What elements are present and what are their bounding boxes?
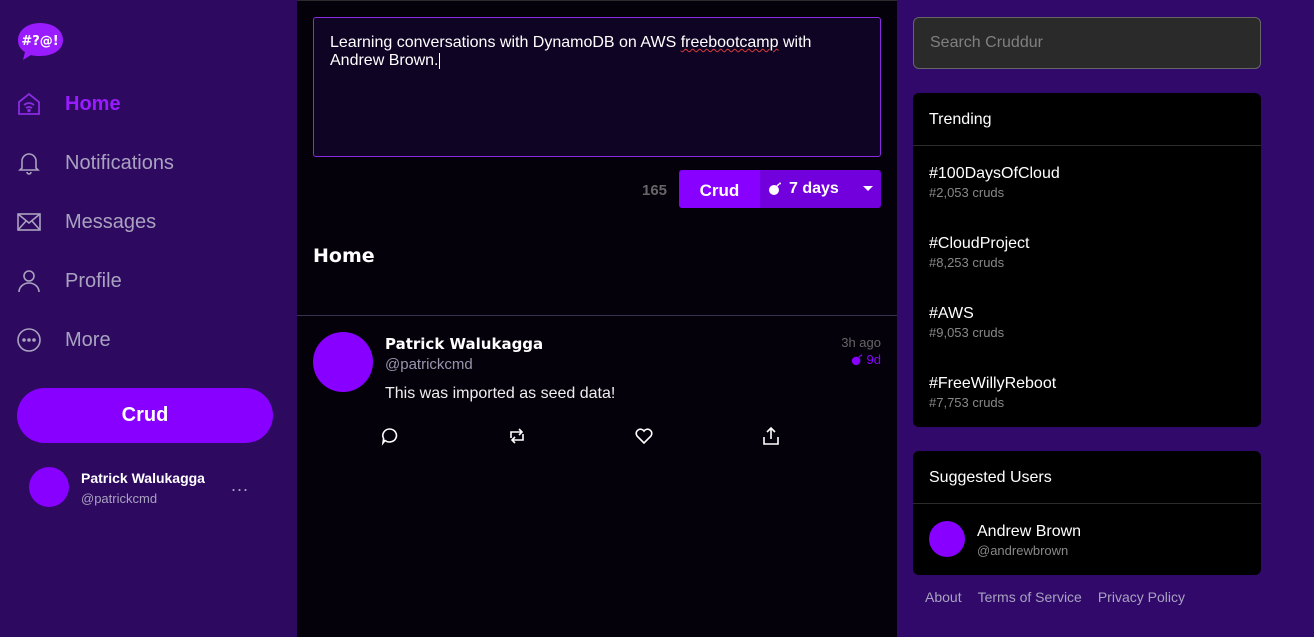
trending-tag: #100DaysOfCloud — [929, 165, 1060, 182]
activity-time: 3h ago — [841, 335, 881, 350]
expiry-label: 7 days — [789, 180, 839, 197]
bomb-icon — [769, 182, 781, 195]
right-sidebar: Trending #100DaysOfCloud #2,053 cruds #C… — [897, 0, 1314, 637]
profile-card[interactable]: Patrick Walukagga @patrickcmd ... — [29, 465, 269, 509]
trending-item[interactable]: #AWS #9,053 cruds — [929, 305, 1004, 340]
nav-item-home[interactable]: Home — [16, 84, 121, 124]
reply-icon[interactable] — [380, 426, 400, 446]
suggested-user-handle: @andrewbrown — [977, 543, 1069, 558]
repost-icon[interactable] — [507, 426, 527, 446]
trending-item[interactable]: #CloudProject #8,253 cruds — [929, 235, 1030, 270]
sidebar: #?@! Home Notifications Messages Profile… — [0, 0, 297, 637]
activity-expiry-label: 9d — [866, 352, 881, 367]
trending-count: #9,053 cruds — [929, 325, 1005, 340]
trending-section: Trending #100DaysOfCloud #2,053 cruds #C… — [913, 93, 1261, 427]
user-icon — [16, 268, 42, 294]
submit-crud-button[interactable]: Crud — [679, 170, 760, 208]
suggested-users-title: Suggested Users — [913, 451, 1261, 504]
avatar — [929, 521, 965, 557]
nav-label-profile: Profile — [65, 269, 122, 292]
profile-menu-dots-icon[interactable]: ... — [231, 475, 249, 496]
trending-count: #7,753 cruds — [929, 395, 1005, 410]
trending-tag: #AWS — [929, 305, 974, 322]
suggested-user[interactable]: Andrew Brown @andrewbrown — [929, 520, 1249, 560]
avatar[interactable] — [313, 332, 373, 392]
activity-item[interactable]: Patrick Walukagga @patrickcmd 3h ago 9d … — [297, 316, 897, 466]
activity-display-name[interactable]: Patrick Walukagga — [385, 335, 543, 353]
envelope-icon — [16, 209, 42, 235]
activity-expiry: 9d — [851, 352, 881, 367]
trending-title: Trending — [913, 93, 1261, 146]
suggested-users-section: Suggested Users Andrew Brown @andrewbrow… — [913, 451, 1261, 575]
nav-label-notifications: Notifications — [65, 151, 174, 174]
expiry-dropdown[interactable]: 7 days — [760, 170, 881, 208]
nav-item-messages[interactable]: Messages — [16, 202, 156, 242]
nav-item-profile[interactable]: Profile — [16, 261, 122, 301]
share-icon[interactable] — [761, 426, 781, 446]
heart-icon[interactable] — [634, 426, 654, 446]
char-count: 165 — [642, 182, 668, 199]
trending-tag: #CloudProject — [929, 235, 1030, 252]
main-feed: Learning conversations with DynamoDB on … — [297, 0, 897, 637]
composer-text-before: Learning conversations with DynamoDB on … — [330, 34, 681, 51]
trending-item[interactable]: #FreeWillyReboot #7,753 cruds — [929, 375, 1056, 410]
trending-item[interactable]: #100DaysOfCloud #2,053 cruds — [929, 165, 1060, 200]
page-title: Home — [313, 245, 375, 267]
profile-handle: @patrickcmd — [81, 491, 158, 506]
search-input[interactable] — [913, 17, 1261, 69]
footer-link-privacy[interactable]: Privacy Policy — [1098, 589, 1185, 605]
nav-item-notifications[interactable]: Notifications — [16, 143, 174, 183]
bell-icon — [16, 150, 42, 176]
nav-label-home: Home — [65, 92, 121, 115]
crud-composer-textarea[interactable]: Learning conversations with DynamoDB on … — [313, 17, 881, 157]
trending-count: #2,053 cruds — [929, 185, 1005, 200]
nav-label-more: More — [65, 328, 111, 351]
footer-link-terms[interactable]: Terms of Service — [978, 589, 1082, 605]
logo-text: #?@! — [21, 34, 58, 49]
profile-name: Patrick Walukagga — [81, 470, 205, 486]
bomb-icon — [851, 353, 862, 365]
footer-links: About Terms of Service Privacy Policy — [925, 589, 1201, 605]
suggested-user-name: Andrew Brown — [977, 523, 1082, 540]
activity-handle[interactable]: @patrickcmd — [385, 356, 473, 373]
nav-label-messages: Messages — [65, 210, 157, 233]
trending-count: #8,253 cruds — [929, 255, 1005, 270]
cruddur-logo[interactable]: #?@! — [17, 21, 64, 61]
home-icon — [16, 91, 42, 117]
activity-message: This was imported as seed data! — [385, 385, 616, 402]
trending-tag: #FreeWillyReboot — [929, 375, 1057, 392]
more-circle-icon — [16, 327, 42, 353]
footer-link-about[interactable]: About — [925, 589, 962, 605]
chevron-down-icon — [863, 186, 873, 191]
text-caret — [438, 52, 440, 69]
composer-text-misspelled: freebootcamp — [680, 34, 779, 51]
crud-button[interactable]: Crud — [17, 388, 273, 443]
nav-item-more[interactable]: More — [16, 320, 111, 360]
avatar — [29, 467, 69, 507]
